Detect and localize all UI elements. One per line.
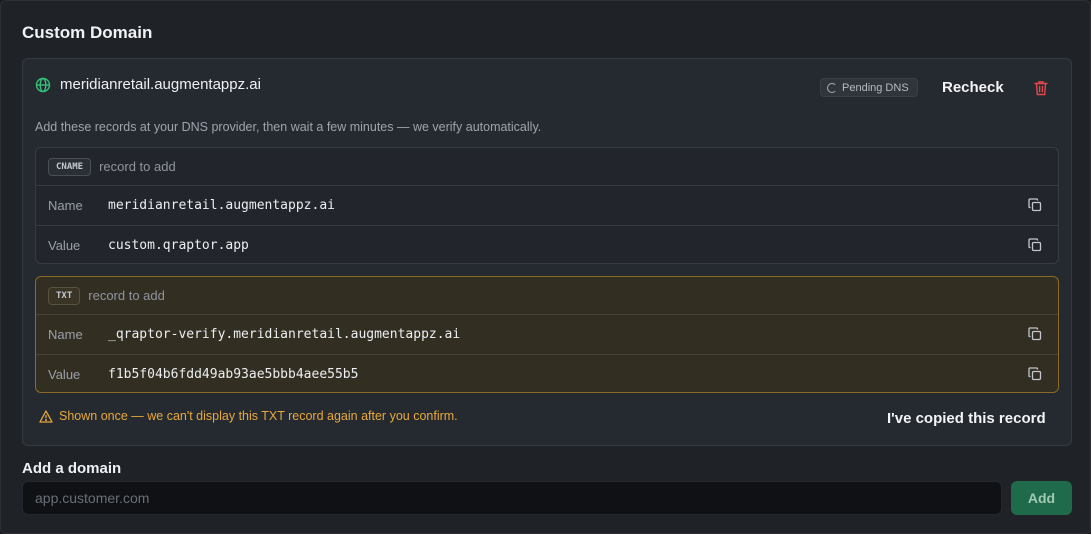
cname-value-row: Value custom.qraptor.app: [36, 225, 1058, 264]
confirm-copied-button[interactable]: I've copied this record: [879, 405, 1054, 431]
cname-name-value: meridianretail.augmentappz.ai: [108, 198, 335, 213]
record-type-badge: CNAME: [48, 157, 92, 176]
recheck-button[interactable]: Recheck: [933, 74, 1013, 100]
record-type-badge: TXT: [48, 286, 81, 305]
cname-record-card: CNAME record to add Name meridianretail.…: [35, 147, 1059, 264]
record-field-label: Name: [48, 198, 83, 213]
cname-record-header: CNAME record to add: [36, 148, 1058, 186]
record-field-label: Name: [48, 327, 83, 342]
record-field-label: Value: [48, 237, 81, 253]
trash-icon[interactable]: [1030, 77, 1052, 99]
custom-domain-panel: Custom Domain meridianretail.augmentappz…: [0, 0, 1091, 534]
domain-name: meridianretail.augmentappz.ai: [60, 76, 261, 93]
copy-icon[interactable]: [1028, 198, 1044, 214]
status-badge: Pending DNS: [820, 78, 918, 97]
txt-name-value: _qraptor-verify.meridianretail.augmentap…: [108, 327, 461, 342]
spinner-icon: [827, 82, 837, 93]
warning-text: Shown once — we can't display this TXT r…: [59, 409, 458, 423]
globe-icon: [35, 77, 51, 93]
cname-name-row: Name meridianretail.augmentappz.ai: [36, 186, 1058, 225]
status-badge-label: Pending DNS: [842, 81, 909, 94]
txt-value-value: f1b5f04b6fdd49ab93ae5bbb4aee55b5: [108, 366, 359, 382]
shown-once-warning: Shown once — we can't display this TXT r…: [39, 409, 458, 423]
warning-icon: [39, 409, 53, 423]
domain-header: meridianretail.augmentappz.ai: [35, 76, 261, 93]
record-field-label: Value: [48, 366, 81, 382]
domain-card: meridianretail.augmentappz.ai Pending DN…: [22, 58, 1072, 446]
copy-icon[interactable]: [1028, 327, 1044, 343]
section-title: Custom Domain: [22, 23, 153, 42]
copy-icon[interactable]: [1028, 367, 1044, 383]
add-domain-button[interactable]: Add: [1011, 481, 1072, 515]
txt-value-row: Value f1b5f04b6fdd49ab93ae5bbb4aee55b5: [36, 354, 1058, 393]
copy-icon[interactable]: [1028, 238, 1044, 254]
record-subtitle: record to add: [88, 288, 165, 303]
txt-record-card: TXT record to add Name _qraptor-verify.m…: [35, 276, 1059, 393]
add-domain-input[interactable]: [22, 481, 1002, 515]
txt-record-header: TXT record to add: [36, 277, 1058, 315]
add-domain-label: Add a domain: [22, 460, 122, 477]
record-subtitle: record to add: [99, 159, 176, 174]
txt-name-row: Name _qraptor-verify.meridianretail.augm…: [36, 315, 1058, 354]
cname-value-value: custom.qraptor.app: [108, 237, 249, 253]
dns-instructions: Add these records at your DNS provider, …: [35, 120, 542, 134]
